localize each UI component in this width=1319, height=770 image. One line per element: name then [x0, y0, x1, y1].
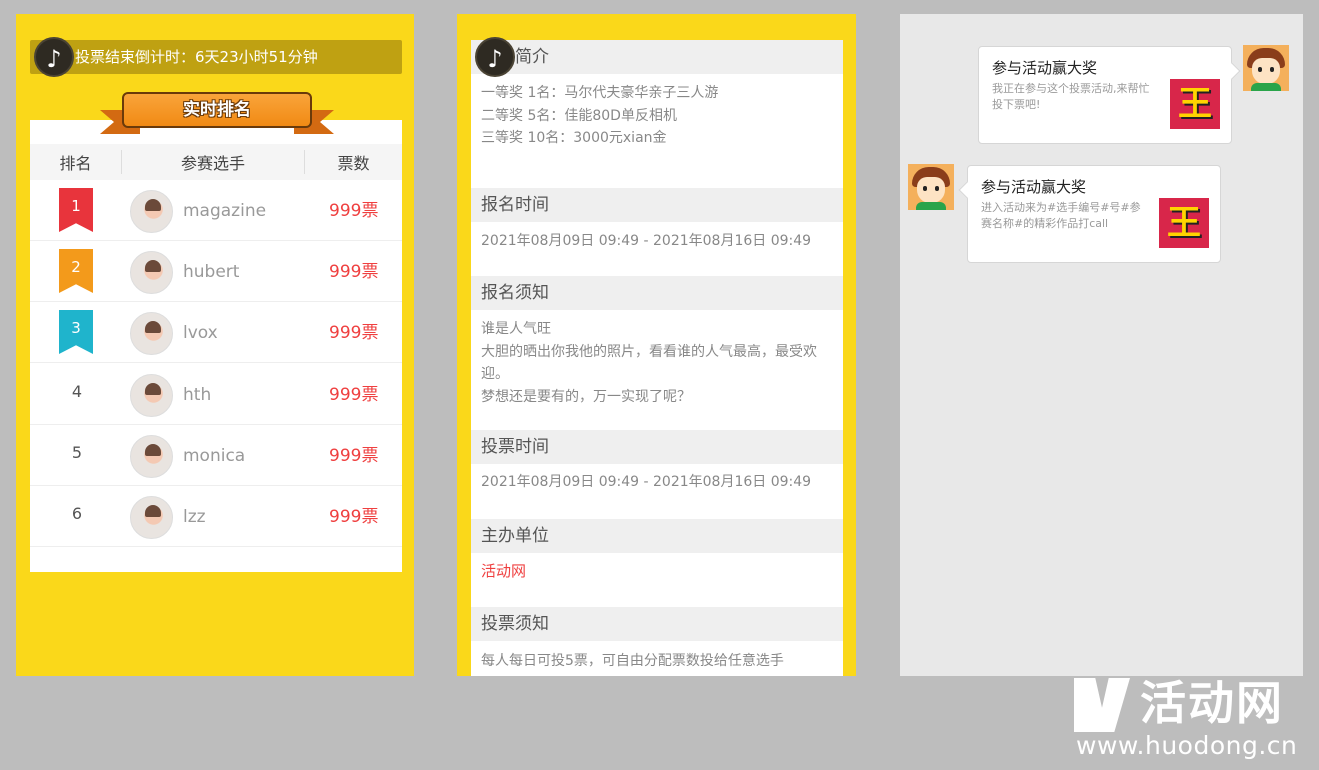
ranking-table-header: 排名 参赛选手 票数	[30, 144, 402, 180]
section-body: 每人每日可投5票，可自由分配票数投给任意选手	[481, 650, 833, 673]
section-title: 主办单位	[471, 519, 843, 553]
player-name: lzz	[183, 507, 206, 527]
rank-medal-icon: 3	[59, 310, 93, 354]
section-line: 三等奖 10名：3000元xian金	[481, 130, 667, 146]
rank-number: 5	[71, 443, 83, 462]
section-line: 二等奖 5名：佳能80D单反相机	[481, 107, 677, 124]
section-title: 投票时间	[471, 430, 843, 464]
rank-number: 6	[71, 504, 83, 523]
player-votes: 999票	[329, 201, 379, 221]
rank-medal-icon: 1	[59, 188, 93, 232]
countdown-bar: 投票结束倒计时：6天23小时51分钟	[30, 40, 402, 74]
bubble-tail	[1223, 62, 1241, 80]
organizer-link[interactable]: 活动网	[481, 560, 833, 583]
detail-panel: 活动简介 一等奖 1名：马尔代夫豪华亲子三人游 二等奖 5名：佳能80D单反相机…	[457, 14, 856, 676]
section-title: 报名时间	[471, 188, 843, 222]
header-rank: 排名	[30, 150, 122, 174]
ranking-panel: 投票结束倒计时：6天23小时51分钟 ♪ 排名 参赛选手 票数 1 magazi…	[16, 14, 414, 676]
avatar	[130, 312, 173, 355]
player-name: magazine	[183, 201, 267, 221]
section-title: 活动简介	[471, 40, 843, 74]
countdown-text: 投票结束倒计时：6天23小时51分钟	[75, 48, 318, 66]
table-row[interactable]: 2 hubert 999票	[30, 241, 402, 302]
avatar	[130, 190, 173, 233]
watermark-brand: 活动网	[1140, 676, 1284, 730]
share-title: 参与活动赢大奖	[981, 178, 1087, 196]
section-line: 每人每日可投5票，可自由分配票数投给任意选手	[481, 653, 784, 669]
music-icon[interactable]: ♪	[475, 37, 515, 77]
section-line: 2021年08月09日 09:49 - 2021年08月16日 09:49	[481, 233, 812, 249]
rank-number: 4	[71, 382, 83, 401]
watermark-url: www.huodong.cn	[1076, 731, 1298, 760]
share-preview-panel: 参与活动赢大奖 我正在参与这个投票活动,来帮忙投下票吧! 王 参与活动赢大奖 进…	[900, 14, 1303, 676]
cartoon-boy-avatar	[1243, 45, 1289, 91]
avatar	[130, 496, 173, 539]
player-name: hth	[183, 385, 212, 405]
section-line: 2021年08月09日 09:49 - 2021年08月16日 09:49	[481, 474, 812, 490]
avatar	[130, 435, 173, 478]
header-player: 参赛选手	[122, 150, 305, 174]
section-line: 谁是人气旺	[481, 321, 551, 337]
table-row[interactable]: 6 lzz 999票	[30, 486, 402, 547]
ranking-board: 排名 参赛选手 票数 1 magazine 999票 2 hubert 999票…	[30, 120, 402, 572]
player-votes: 999票	[329, 446, 379, 466]
watermark: 活动网 www.huodong.cn	[1074, 674, 1306, 766]
player-name: hubert	[183, 262, 240, 282]
share-title: 参与活动赢大奖	[992, 59, 1098, 77]
table-row[interactable]: 5 monica 999票	[30, 425, 402, 486]
section-line: 梦想还是要有的，万一实现了呢？	[481, 388, 691, 405]
table-row[interactable]: 1 magazine 999票	[30, 180, 402, 241]
ranking-banner: 实时排名	[100, 92, 334, 140]
section-line: 大胆的晒出你我他的照片，看看谁的人气最高，最受欢迎。	[481, 343, 817, 383]
player-votes: 999票	[329, 507, 379, 527]
share-desc: 进入活动来为#选手编号#号#参赛名称#的精彩作品打call	[981, 201, 1141, 230]
detail-content[interactable]: 活动简介 一等奖 1名：马尔代夫豪华亲子三人游 二等奖 5名：佳能80D单反相机…	[471, 40, 843, 676]
avatar	[130, 374, 173, 417]
section-body: 谁是人气旺 大胆的晒出你我他的照片，看看谁的人气最高，最受欢迎。 梦想还是要有的…	[481, 318, 833, 408]
player-votes: 999票	[329, 385, 379, 405]
section-line: 一等奖 1名：马尔代夫豪华亲子三人游	[481, 85, 719, 101]
player-name: lvox	[183, 323, 218, 343]
banner-title: 实时排名	[122, 92, 312, 128]
rank-medal-icon: 2	[59, 249, 93, 293]
header-votes: 票数	[337, 154, 370, 173]
player-votes: 999票	[329, 262, 379, 282]
section-title: 报名须知	[471, 276, 843, 310]
avatar	[130, 251, 173, 294]
player-votes: 999票	[329, 323, 379, 343]
section-body: 2021年08月09日 09:49 - 2021年08月16日 09:49	[481, 471, 833, 494]
section-body: 2021年08月09日 09:49 - 2021年08月16日 09:49	[481, 230, 833, 253]
share-thumbnail-icon: 王	[1159, 198, 1209, 248]
section-body: 活动网	[481, 560, 833, 583]
section-body: 一等奖 1名：马尔代夫豪华亲子三人游 二等奖 5名：佳能80D单反相机 三等奖 …	[481, 82, 833, 150]
share-desc: 我正在参与这个投票活动,来帮忙投下票吧!	[992, 82, 1150, 111]
table-row[interactable]: 3 lvox 999票	[30, 302, 402, 363]
share-card-outgoing[interactable]: 参与活动赢大奖 我正在参与这个投票活动,来帮忙投下票吧! 王	[978, 46, 1241, 144]
table-row[interactable]: 4 hth 999票	[30, 364, 402, 425]
player-name: monica	[183, 446, 246, 466]
huodong-logo-icon	[1074, 678, 1130, 732]
bubble-tail	[958, 181, 976, 199]
share-card-incoming[interactable]: 参与活动赢大奖 进入活动来为#选手编号#号#参赛名称#的精彩作品打call 王	[958, 165, 1221, 263]
section-title: 投票须知	[471, 607, 843, 641]
share-thumbnail-icon: 王	[1170, 79, 1220, 129]
cartoon-boy-avatar	[908, 164, 954, 210]
music-icon[interactable]: ♪	[34, 37, 74, 77]
